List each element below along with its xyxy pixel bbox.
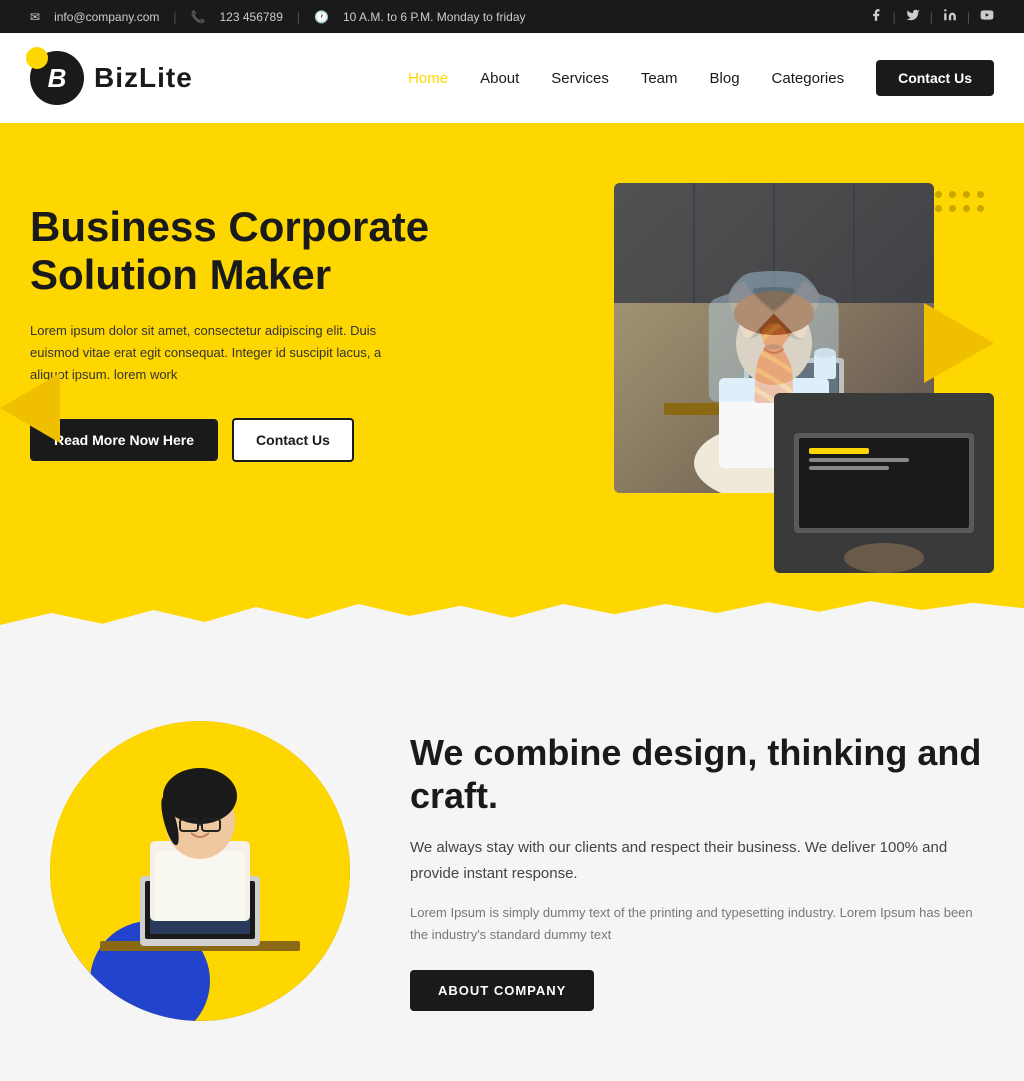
about-section: We combine design, thinking and craft. W… bbox=[0, 661, 1024, 1081]
clock-icon: 🕐 bbox=[314, 10, 329, 24]
hero-title: Business Corporate Solution Maker bbox=[30, 203, 490, 300]
hero-buttons: Read More Now Here Contact Us bbox=[30, 418, 490, 462]
topbar-hours: 10 A.M. to 6 P.M. Monday to friday bbox=[343, 10, 526, 24]
facebook-icon[interactable] bbox=[869, 8, 883, 25]
nav-categories[interactable]: Categories bbox=[772, 70, 845, 87]
hero-section: Business Corporate Solution Maker Lorem … bbox=[0, 123, 1024, 603]
linkedin-icon[interactable] bbox=[943, 8, 957, 25]
about-circle-image bbox=[50, 721, 350, 1021]
nav-links: Home About Services Team Blog Categories… bbox=[408, 60, 994, 96]
about-company-button[interactable]: ABOUT COMPANY bbox=[410, 970, 594, 1011]
hero-wave-divider bbox=[0, 601, 1024, 661]
sep4: | bbox=[930, 10, 933, 24]
nav-team[interactable]: Team bbox=[641, 70, 678, 87]
triangle-left-decoration bbox=[0, 373, 60, 443]
about-title: We combine design, thinking and craft. bbox=[410, 731, 994, 817]
nav-home[interactable]: Home bbox=[408, 70, 448, 87]
logo-letter: B bbox=[48, 63, 67, 94]
hero-secondary-image bbox=[774, 393, 994, 573]
separator2: | bbox=[297, 10, 300, 24]
phone-icon: 📞 bbox=[191, 10, 206, 24]
hero-content: Business Corporate Solution Maker Lorem … bbox=[30, 173, 490, 462]
triangle-right-decoration bbox=[924, 303, 994, 383]
topbar: ✉ info@company.com | 📞 123 456789 | 🕐 10… bbox=[0, 0, 1024, 33]
topbar-phone: 123 456789 bbox=[219, 10, 282, 24]
about-image-wrapper bbox=[30, 721, 370, 1021]
contact-us-button[interactable]: Contact Us bbox=[232, 418, 354, 462]
nav-blog[interactable]: Blog bbox=[710, 70, 740, 87]
nav-about[interactable]: About bbox=[480, 70, 519, 87]
about-subtitle: We always stay with our clients and resp… bbox=[410, 835, 994, 886]
nav-services[interactable]: Services bbox=[551, 70, 609, 87]
navbar: B BizLite Home About Services Team Blog … bbox=[0, 33, 1024, 123]
separator1: | bbox=[173, 10, 176, 24]
hero-image-area bbox=[574, 183, 994, 563]
nav-contact-button[interactable]: Contact Us bbox=[876, 60, 994, 96]
topbar-email: info@company.com bbox=[54, 10, 159, 24]
brand-name: BizLite bbox=[94, 62, 193, 94]
twitter-icon[interactable] bbox=[906, 8, 920, 25]
about-content: We combine design, thinking and craft. W… bbox=[410, 731, 994, 1012]
sep3: | bbox=[893, 10, 896, 24]
email-icon: ✉ bbox=[30, 10, 40, 24]
topbar-contact-info: ✉ info@company.com | 📞 123 456789 | 🕐 10… bbox=[30, 10, 526, 24]
logo[interactable]: B BizLite bbox=[30, 51, 193, 105]
hero-description: Lorem ipsum dolor sit amet, consectetur … bbox=[30, 320, 410, 386]
about-person-image bbox=[50, 721, 350, 1021]
about-lorem: Lorem Ipsum is simply dummy text of the … bbox=[410, 902, 994, 946]
hero-secondary-inner bbox=[774, 393, 994, 573]
sep5: | bbox=[967, 10, 970, 24]
topbar-social: | | | bbox=[869, 8, 994, 25]
dot-grid-decoration bbox=[935, 191, 984, 212]
youtube-icon[interactable] bbox=[980, 8, 994, 25]
logo-icon: B bbox=[30, 51, 84, 105]
